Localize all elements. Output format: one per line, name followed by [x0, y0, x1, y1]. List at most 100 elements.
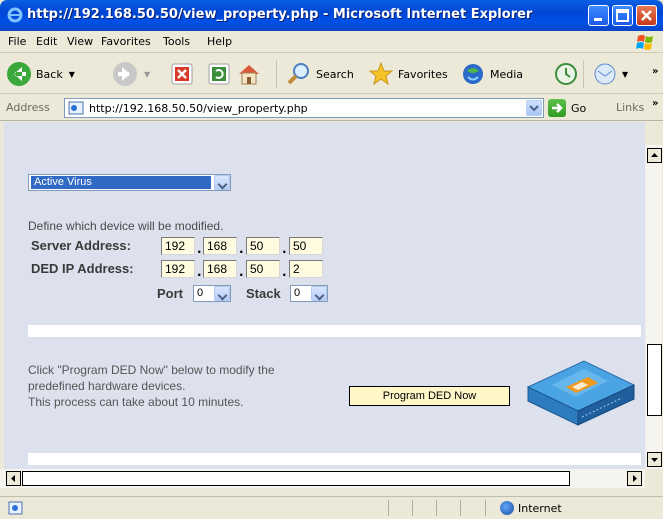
maximize-button[interactable]	[612, 5, 633, 26]
stack-select-value: 0	[294, 287, 301, 299]
stack-label: Stack	[246, 286, 281, 301]
minimize-icon	[594, 18, 602, 21]
title-bar: http://192.168.50.50/view_property.php -…	[0, 0, 663, 31]
favorites-button[interactable]: Favorites	[368, 60, 448, 88]
arrow-left-icon	[11, 475, 15, 482]
menu-file[interactable]: File	[8, 35, 26, 48]
ip-dot: .	[239, 242, 244, 256]
internet-zone-icon	[500, 501, 514, 515]
forward-button[interactable]: ▼	[112, 60, 150, 88]
status-bar: Internet	[0, 496, 663, 519]
menu-help[interactable]: Help	[207, 35, 232, 48]
horizontal-scroll-thumb[interactable]	[22, 471, 570, 486]
status-divider	[436, 500, 437, 516]
refresh-icon	[208, 63, 230, 85]
page-icon	[68, 101, 84, 115]
chevron-down-icon[interactable]	[311, 286, 327, 301]
server-ip-octet-1[interactable]: 192	[161, 237, 195, 255]
toolbar-separator	[276, 60, 277, 88]
forward-arrow-icon	[113, 62, 137, 86]
ip-dot: .	[197, 265, 202, 279]
home-button[interactable]	[236, 60, 262, 88]
arrow-up-icon	[651, 153, 658, 157]
ded-ip-octet-2[interactable]: 168	[203, 260, 237, 278]
media-icon	[463, 64, 483, 84]
maximize-icon	[616, 9, 629, 22]
chevron-down-icon	[529, 105, 539, 112]
ded-ip-octet-4[interactable]: 2	[289, 260, 323, 278]
status-divider	[388, 500, 389, 516]
address-bar: Address http://192.168.50.50/view_proper…	[0, 95, 663, 121]
menu-tools[interactable]: Tools	[163, 35, 190, 48]
links-label[interactable]: Links	[616, 101, 644, 114]
chevron-down-icon[interactable]	[214, 175, 230, 190]
virus-select[interactable]: Active Virus	[28, 174, 231, 191]
stop-button[interactable]	[170, 60, 194, 88]
server-address-label: Server Address:	[31, 238, 131, 253]
scroll-down-button[interactable]	[647, 452, 662, 467]
ded-ip-label: DED IP Address:	[31, 261, 134, 276]
scroll-left-button[interactable]	[6, 471, 21, 486]
mail-dropdown-icon[interactable]: ▼	[622, 70, 628, 79]
menu-view[interactable]: View	[67, 35, 93, 48]
close-button[interactable]	[636, 5, 657, 26]
port-select-value: 0	[197, 287, 204, 299]
ded-ip-octet-3[interactable]: 50	[246, 260, 280, 278]
ip-dot: .	[239, 265, 244, 279]
port-select[interactable]: 0	[193, 285, 231, 302]
links-overflow-icon[interactable]: »	[652, 98, 658, 109]
port-label: Port	[157, 286, 183, 301]
address-label: Address	[6, 101, 50, 114]
toolbar-separator	[583, 60, 584, 88]
vertical-scrollbar[interactable]	[645, 145, 662, 469]
mail-icon	[594, 63, 616, 85]
status-divider	[460, 500, 461, 516]
toolbar: Back ▼ ▼ Search Favorites Media ▼ »	[0, 54, 663, 94]
define-text: Define which device will be modified.	[28, 219, 224, 233]
address-dropdown-button[interactable]	[526, 100, 542, 116]
scroll-up-button[interactable]	[647, 148, 662, 163]
stack-select[interactable]: 0	[290, 285, 328, 302]
security-zone-label: Internet	[518, 502, 562, 515]
page-status-icon	[8, 501, 23, 515]
server-ip-octet-4[interactable]: 50	[289, 237, 323, 255]
go-button[interactable]: Go	[548, 98, 586, 118]
toolbar-overflow-icon[interactable]: »	[652, 66, 658, 77]
server-ip-octet-3[interactable]: 50	[246, 237, 280, 255]
close-icon	[641, 10, 652, 21]
server-ip-octet-2[interactable]: 168	[203, 237, 237, 255]
history-icon	[555, 63, 577, 85]
back-dropdown-icon[interactable]: ▼	[69, 70, 75, 79]
minimize-button[interactable]	[588, 5, 609, 26]
favorites-star-icon	[368, 61, 394, 86]
address-input[interactable]: http://192.168.50.50/view_property.php	[64, 98, 544, 118]
menu-bar: File Edit View Favorites Tools Help	[0, 31, 663, 53]
forward-dropdown-icon[interactable]: ▼	[144, 70, 150, 79]
scroll-right-button[interactable]	[627, 471, 642, 486]
search-button[interactable]: Search	[286, 60, 354, 88]
home-icon	[239, 65, 259, 85]
horizontal-scrollbar[interactable]	[0, 469, 645, 488]
mail-button[interactable]: ▼	[592, 60, 628, 88]
vertical-scroll-thumb[interactable]	[647, 344, 662, 416]
status-divider	[485, 500, 486, 516]
refresh-button[interactable]	[207, 60, 231, 88]
back-button[interactable]: Back ▼	[6, 60, 75, 88]
menu-edit[interactable]: Edit	[36, 35, 57, 48]
ip-dot: .	[282, 265, 287, 279]
program-ded-button[interactable]: Program DED Now	[349, 386, 510, 406]
chevron-down-icon[interactable]	[214, 286, 230, 301]
go-arrow-icon	[548, 99, 566, 117]
ip-dot: .	[282, 242, 287, 256]
history-button[interactable]	[553, 60, 579, 88]
arrow-right-icon	[633, 475, 637, 482]
ded-ip-octet-1[interactable]: 192	[161, 260, 195, 278]
media-button[interactable]: Media	[460, 60, 523, 88]
address-url: http://192.168.50.50/view_property.php	[89, 102, 308, 115]
divider-bar	[28, 453, 641, 465]
menu-favorites[interactable]: Favorites	[101, 35, 151, 48]
virus-select-value: Active Virus	[31, 176, 211, 189]
stop-icon	[171, 63, 193, 85]
search-icon	[287, 63, 309, 85]
ie-logo-icon	[7, 7, 23, 23]
